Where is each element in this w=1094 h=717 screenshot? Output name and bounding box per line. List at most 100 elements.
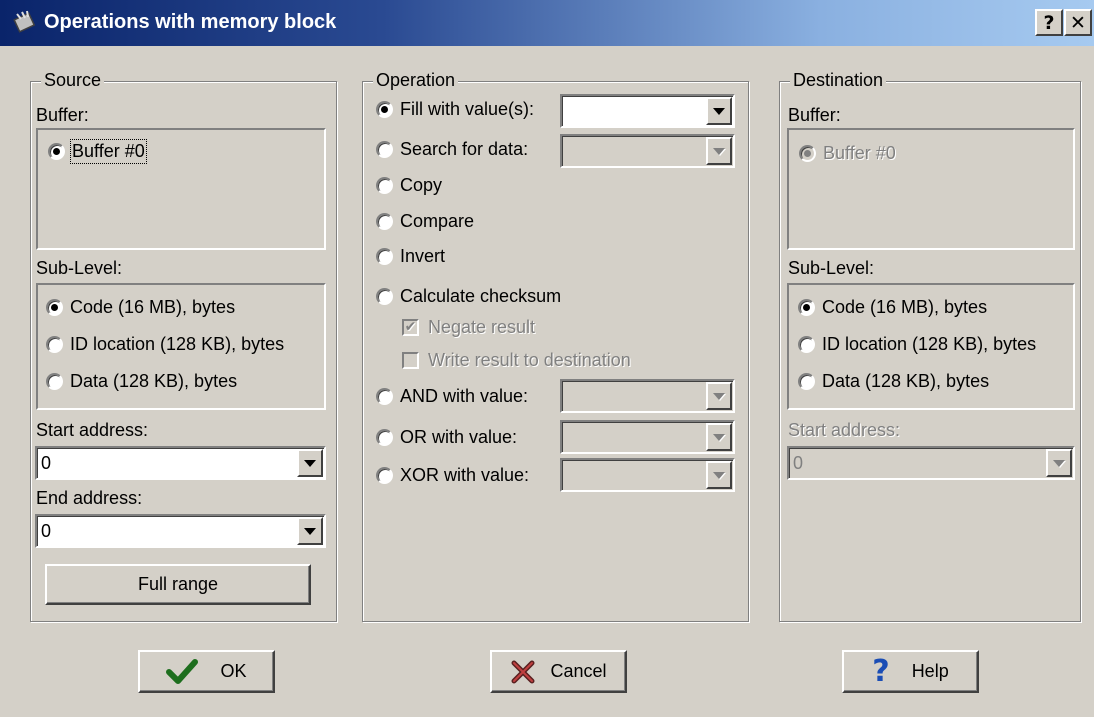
checkbox-label: Write result to destination xyxy=(428,350,631,370)
radio-label: Search for data: xyxy=(400,139,529,159)
help-label: Help xyxy=(911,661,949,681)
combo-value: 0 xyxy=(41,521,52,541)
window-title: Operations with memory block xyxy=(44,11,337,33)
radio-indicator xyxy=(376,101,393,118)
cross-icon xyxy=(510,659,536,685)
op-compare-radio[interactable]: Compare xyxy=(376,211,474,232)
title-bar[interactable]: Operations with memory block ? ✕ xyxy=(0,0,1094,46)
checkmark-icon: ✔ xyxy=(402,319,419,336)
radio-indicator xyxy=(376,177,393,194)
op-or-radio[interactable]: OR with value: xyxy=(376,427,517,448)
op-copy-radio[interactable]: Copy xyxy=(376,175,442,196)
radio-label: ID location (128 KB), bytes xyxy=(70,334,285,354)
ok-label: OK xyxy=(220,661,247,681)
op-search-radio[interactable]: Search for data: xyxy=(376,139,528,160)
radio-indicator xyxy=(799,145,816,162)
cancel-label: Cancel xyxy=(550,661,607,681)
chevron-down-icon[interactable] xyxy=(297,449,323,477)
dest-start-address-combo[interactable]: 0 xyxy=(787,446,1075,480)
source-sublevel-label: Sub-Level: xyxy=(36,258,123,278)
radio-label: Code (16 MB), bytes xyxy=(70,297,236,317)
close-button[interactable]: ✕ xyxy=(1064,9,1092,36)
dest-sublevel-id[interactable]: ID location (128 KB), bytes xyxy=(798,334,1036,355)
radio-indicator xyxy=(46,373,63,390)
radio-indicator xyxy=(798,299,815,316)
radio-indicator xyxy=(46,336,63,353)
chevron-down-icon[interactable] xyxy=(706,97,732,125)
radio-indicator xyxy=(376,141,393,158)
or-value-combo[interactable] xyxy=(560,420,735,454)
start-address-combo[interactable]: 0 xyxy=(35,446,326,480)
radio-indicator xyxy=(376,429,393,446)
dest-sublevel-data[interactable]: Data (128 KB), bytes xyxy=(798,371,989,392)
chevron-down-icon[interactable] xyxy=(297,517,323,545)
dest-buffer-label: Buffer: xyxy=(788,105,841,125)
radio-label: Data (128 KB), bytes xyxy=(822,371,990,391)
start-address-label: Start address: xyxy=(36,420,149,440)
radio-indicator xyxy=(798,373,815,390)
radio-label: ID location (128 KB), bytes xyxy=(822,334,1037,354)
op-fill-radio[interactable]: Fill with value(s): xyxy=(376,99,534,120)
radio-label: Copy xyxy=(400,175,443,195)
op-xor-radio[interactable]: XOR with value: xyxy=(376,465,529,486)
chevron-down-icon[interactable] xyxy=(706,423,732,451)
checkbox-label: Negate result xyxy=(428,317,536,337)
op-checksum-radio[interactable]: Calculate checksum xyxy=(376,286,561,307)
radio-indicator xyxy=(376,213,393,230)
source-sublevel-id[interactable]: ID location (128 KB), bytes xyxy=(46,334,284,355)
help-button[interactable]: ? Help xyxy=(842,650,979,693)
source-buffer-label: Buffer: xyxy=(36,105,89,125)
radio-label: OR with value: xyxy=(400,427,518,447)
source-sublevel-data[interactable]: Data (128 KB), bytes xyxy=(46,371,237,392)
radio-label: Calculate checksum xyxy=(400,286,562,306)
chevron-down-icon[interactable] xyxy=(706,137,732,165)
radio-label: Buffer #0 xyxy=(823,143,896,163)
radio-indicator xyxy=(376,248,393,265)
question-icon: ? xyxy=(872,654,890,689)
radio-indicator xyxy=(46,299,63,316)
write-result-checkbox[interactable]: Write result to destination xyxy=(402,350,631,371)
chevron-down-icon[interactable] xyxy=(1046,449,1072,477)
fill-value-combo[interactable] xyxy=(560,94,735,128)
checkmark-icon xyxy=(166,658,199,685)
radio-indicator xyxy=(376,388,393,405)
and-value-combo[interactable] xyxy=(560,379,735,413)
radio-indicator xyxy=(376,467,393,484)
help-title-button[interactable]: ? xyxy=(1035,9,1063,36)
source-sublevel-code[interactable]: Code (16 MB), bytes xyxy=(46,297,235,318)
dest-start-address-label: Start address: xyxy=(788,420,901,440)
negate-result-checkbox[interactable]: ✔ Negate result xyxy=(402,317,535,338)
radio-label: Fill with value(s): xyxy=(400,99,535,119)
radio-label: Data (128 KB), bytes xyxy=(70,371,238,391)
dest-sublevel-code[interactable]: Code (16 MB), bytes xyxy=(798,297,987,318)
radio-label: Invert xyxy=(400,246,446,266)
end-address-combo[interactable]: 0 xyxy=(35,514,326,548)
radio-label: Buffer #0 xyxy=(70,139,147,164)
full-range-button[interactable]: Full range xyxy=(45,564,311,605)
radio-indicator xyxy=(48,143,65,160)
radio-label: AND with value: xyxy=(400,386,529,406)
search-data-combo[interactable] xyxy=(560,134,735,168)
chevron-down-icon[interactable] xyxy=(706,461,732,489)
checkbox-indicator xyxy=(402,352,419,369)
operation-legend: Operation xyxy=(373,70,459,91)
radio-label: Code (16 MB), bytes xyxy=(822,297,988,317)
chip-icon xyxy=(12,10,38,34)
radio-label: XOR with value: xyxy=(400,465,530,485)
source-legend: Source xyxy=(41,70,105,91)
combo-value: 0 xyxy=(793,453,804,473)
end-address-label: End address: xyxy=(36,488,143,508)
cancel-button[interactable]: Cancel xyxy=(490,650,627,693)
xor-value-combo[interactable] xyxy=(560,458,735,492)
dest-sublevel-label: Sub-Level: xyxy=(788,258,875,278)
op-and-radio[interactable]: AND with value: xyxy=(376,386,528,407)
destination-legend: Destination xyxy=(790,70,887,91)
source-buffer-radio[interactable]: Buffer #0 xyxy=(48,139,147,164)
combo-value: 0 xyxy=(41,453,52,473)
radio-label: Compare xyxy=(400,211,475,231)
radio-indicator xyxy=(798,336,815,353)
ok-button[interactable]: OK xyxy=(138,650,275,693)
chevron-down-icon[interactable] xyxy=(706,382,732,410)
dest-buffer-radio[interactable]: Buffer #0 xyxy=(799,143,896,164)
op-invert-radio[interactable]: Invert xyxy=(376,246,445,267)
